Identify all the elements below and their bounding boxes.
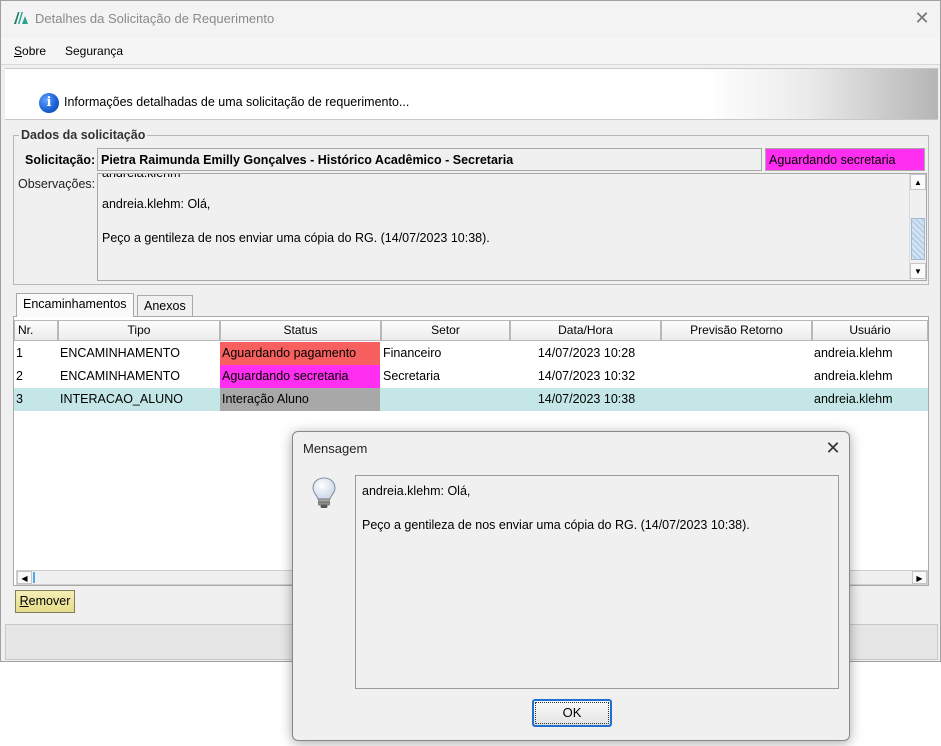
focus-rect <box>535 702 609 724</box>
scrollbar-thumb[interactable] <box>911 218 925 260</box>
cell-nr: 1 <box>16 346 23 360</box>
lightbulb-icon <box>312 477 336 508</box>
cell-setor <box>381 388 510 411</box>
table-row[interactable]: 2 ENCAMINHAMENTO Aguardando secretaria S… <box>14 365 928 388</box>
cell-setor: Secretaria <box>383 369 440 383</box>
scroll-left-icon[interactable]: ◀ <box>17 571 32 584</box>
table-header: Nr. Tipo Status Setor Data/Hora Previsão… <box>14 320 928 341</box>
observacoes-line: Peço a gentileza de nos enviar uma cópia… <box>102 231 490 245</box>
cell-usuario: andreia.klehm <box>814 369 893 383</box>
scroll-up-icon[interactable]: ▲ <box>910 174 926 190</box>
cell-tipo: ENCAMINHAMENTO <box>60 346 180 360</box>
window-close-button[interactable]: ✕ <box>908 5 936 31</box>
app-logo-icon <box>14 12 28 24</box>
observacoes-textarea[interactable]: andreia.klehm andreia.klehm: Olá, Peço a… <box>97 173 927 281</box>
cell-tipo: INTERACAO_ALUNO <box>60 392 183 406</box>
cell-nr: 2 <box>16 369 23 383</box>
menu-seguranca[interactable]: Segurança <box>65 44 123 58</box>
remover-label: emover <box>28 594 71 608</box>
title-bar: Detalhes da Solicitação de Requerimento … <box>1 1 940 36</box>
solicitacao-label: Solicitação: <box>25 153 96 167</box>
remover-button[interactable]: Remover <box>15 590 75 613</box>
menu-sobre[interactable]: Sobre <box>14 44 46 58</box>
solicitacao-field[interactable]: Pietra Raimunda Emilly Gonçalves - Histó… <box>97 148 762 171</box>
menu-bar: Sobre Segurança <box>1 37 940 65</box>
cell-status: Aguardando secretaria <box>220 365 380 388</box>
cell-previsao <box>661 342 812 365</box>
dialog-message-line: andreia.klehm: Olá, <box>362 484 471 498</box>
column-header-nr[interactable]: Nr. <box>14 320 58 341</box>
table-row[interactable]: 1 ENCAMINHAMENTO Aguardando pagamento Fi… <box>14 342 928 365</box>
menu-sobre-accel: S <box>14 44 23 58</box>
cell-previsao <box>661 365 812 388</box>
cell-datahora: 14/07/2023 10:38 <box>537 392 636 406</box>
dialog-message-box: andreia.klehm: Olá, Peço a gentileza de … <box>355 475 839 689</box>
cell-status: Interação Aluno <box>220 388 380 411</box>
cell-datahora: 14/07/2023 10:32 <box>537 369 636 383</box>
menu-sobre-label: obre <box>22 44 47 58</box>
cell-datahora: 14/07/2023 10:28 <box>537 346 636 360</box>
remover-accel: R <box>19 594 29 608</box>
observacoes-scrollbar[interactable]: ▲ ▼ <box>909 174 926 280</box>
banner-text: Informações detalhadas de uma solicitaçã… <box>64 95 410 109</box>
observacoes-clipped-line: andreia.klehm <box>102 173 181 180</box>
scroll-right-icon[interactable]: ▶ <box>912 571 927 584</box>
dialog-message-line: Peço a gentileza de nos enviar uma cópia… <box>362 518 750 532</box>
cell-usuario: andreia.klehm <box>814 392 893 406</box>
cell-setor: Financeiro <box>383 346 442 360</box>
dialog-title: Mensagem <box>303 441 368 456</box>
observacoes-label: Observações: <box>18 177 96 191</box>
observacoes-line: andreia.klehm: Olá, <box>102 197 211 211</box>
scroll-down-icon[interactable]: ▼ <box>910 263 926 279</box>
message-dialog: Mensagem ✕ andreia.klehm: Olá, Peço a ge… <box>292 431 850 741</box>
tab-anexos[interactable]: Anexos <box>137 295 193 317</box>
solicitacao-status-field[interactable]: Aguardando secretaria <box>765 148 925 171</box>
table-row-selected[interactable]: 3 INTERACAO_ALUNO Interação Aluno 14/07/… <box>14 388 928 411</box>
column-header-setor[interactable]: Setor <box>381 320 510 341</box>
column-header-tipo[interactable]: Tipo <box>58 320 220 341</box>
cell-nr: 3 <box>16 392 23 406</box>
cell-previsao <box>661 388 812 411</box>
ok-button[interactable]: OK <box>532 699 612 727</box>
info-icon: i <box>39 93 59 113</box>
tab-encaminhamentos[interactable]: Encaminhamentos <box>16 293 134 317</box>
column-header-datahora[interactable]: Data/Hora <box>510 320 661 341</box>
dados-group-legend: Dados da solicitação <box>19 128 148 142</box>
dialog-close-button[interactable]: ✕ <box>821 436 845 460</box>
column-header-usuario[interactable]: Usuário <box>812 320 928 341</box>
column-header-previsao[interactable]: Previsão Retorno <box>661 320 812 341</box>
column-header-status[interactable]: Status <box>220 320 381 341</box>
cell-usuario: andreia.klehm <box>814 346 893 360</box>
window-title: Detalhes da Solicitação de Requerimento <box>35 11 275 26</box>
info-banner: i Informações detalhadas de uma solicita… <box>5 68 938 120</box>
cell-status: Aguardando pagamento <box>220 342 380 365</box>
cell-tipo: ENCAMINHAMENTO <box>60 369 180 383</box>
